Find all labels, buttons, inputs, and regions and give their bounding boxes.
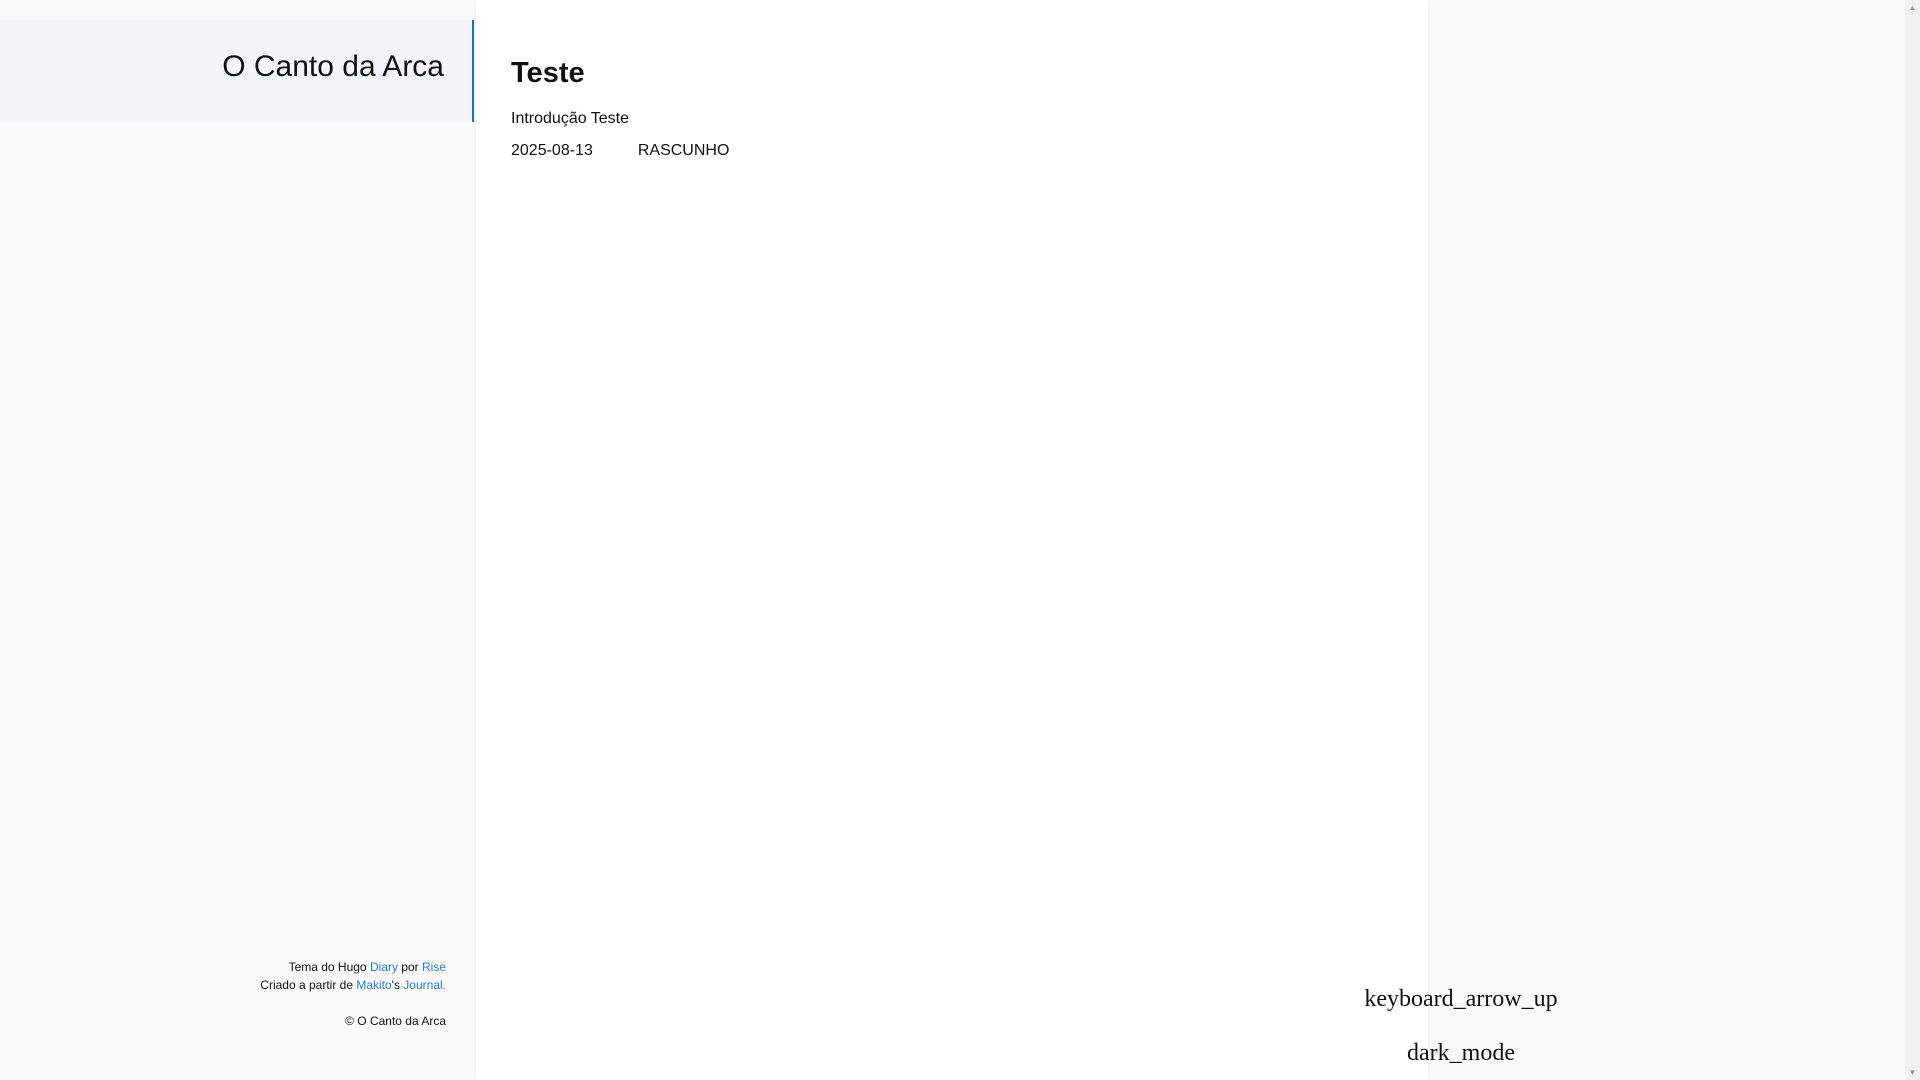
page: O Canto da Arca Tema do Hugo Diary por R… <box>0 0 1920 1080</box>
journal-link[interactable]: Journal. <box>403 978 446 992</box>
draft-badge: RASCUNHO <box>637 142 730 159</box>
theme-credit-prefix: Tema do Hugo <box>288 960 370 974</box>
based-on-possessive: 's <box>391 978 404 992</box>
post-meta: 2025-08-13 RASCUNHO <box>511 142 729 160</box>
copyright: © O Canto da Arca <box>345 1014 446 1028</box>
sidebar-footer: Tema do Hugo Diary por Rise Criado a par… <box>260 958 446 1030</box>
main-content: Teste Introdução Teste 2025-08-13 RASCUN… <box>476 0 1428 1080</box>
post-date: 2025-08-13 <box>511 142 593 159</box>
based-on-credit: Criado a partir de Makito's Journal. <box>260 976 446 994</box>
post-intro: Introdução Teste <box>511 110 630 127</box>
keyboard-arrow-up-icon: keyboard_arrow_up <box>1364 986 1558 1012</box>
dark-mode-toggle[interactable]: dark_mode <box>1364 1034 1558 1080</box>
makito-link[interactable]: Makito <box>356 978 391 992</box>
post-card: Teste Introdução Teste 2025-08-13 RASCUN… <box>511 50 729 160</box>
scroll-to-top-button[interactable]: keyboard_arrow_up <box>1364 980 1558 1034</box>
scroll-up-icon[interactable]: ▲ <box>1905 0 1920 15</box>
scroll-down-icon[interactable]: ▼ <box>1905 1065 1920 1080</box>
theme-credit-by: por <box>397 960 422 974</box>
site-header: O Canto da Arca <box>0 20 474 122</box>
page-scrollbar[interactable]: ▲ ▼ <box>1905 0 1920 1080</box>
diary-theme-link[interactable]: Diary <box>370 960 398 974</box>
rise-author-link[interactable]: Rise <box>422 960 446 974</box>
sidebar: O Canto da Arca Tema do Hugo Diary por R… <box>0 0 476 1080</box>
post-title[interactable]: Teste <box>511 50 729 96</box>
theme-credit: Tema do Hugo Diary por Rise <box>260 958 446 976</box>
site-title-link[interactable]: O Canto da Arca <box>222 50 444 84</box>
dark-mode-icon: dark_mode <box>1407 1040 1515 1066</box>
floating-controls: keyboard_arrow_up dark_mode <box>1364 980 1558 1080</box>
based-on-prefix: Criado a partir de <box>260 978 357 992</box>
